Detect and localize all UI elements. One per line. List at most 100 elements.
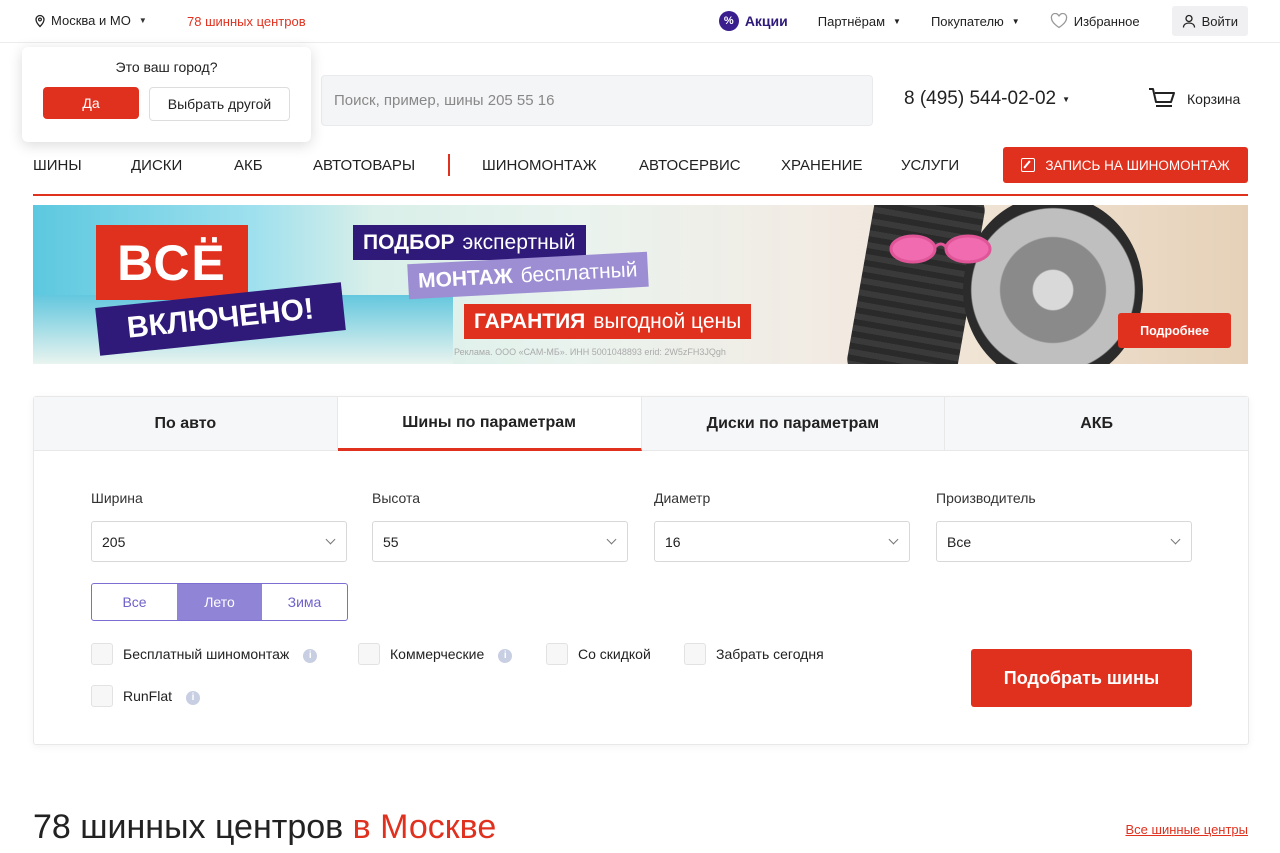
nav-item-services[interactable]: Услуги: [901, 157, 959, 174]
cart-link[interactable]: Корзина: [1147, 86, 1240, 112]
season-all[interactable]: Все: [92, 584, 177, 620]
checkbox-box[interactable]: [546, 643, 568, 665]
city-selector[interactable]: Москва и МО ▼: [33, 13, 147, 28]
main-nav: Шины Диски АКБ Автотовары Шиномонтаж Авт…: [33, 146, 1248, 196]
login-label: Войти: [1201, 13, 1238, 29]
info-icon[interactable]: i: [186, 690, 201, 705]
checkbox-box[interactable]: [684, 643, 706, 665]
banner-line-guarantee: ГАРАНТИЯ выгодной цены: [464, 304, 752, 339]
free-fitting-checkbox[interactable]: Бесплатный шиномонтаж i: [91, 643, 318, 665]
centers-heading-main: 78 шинных центров: [33, 808, 344, 846]
phone-selector[interactable]: 8 (495) 544-02-02 ▼: [904, 88, 1070, 110]
nav-divider: [448, 154, 450, 176]
discount-checkbox[interactable]: Со скидкой: [546, 643, 651, 665]
banner-more-button[interactable]: Подробнее: [1118, 313, 1231, 348]
nav-item-storage[interactable]: Хранение: [781, 157, 862, 174]
tab-tires-by-params[interactable]: Шины по параметрам: [337, 397, 642, 451]
edit-icon: [1021, 158, 1036, 172]
location-pin-icon: [35, 14, 45, 27]
height-label: Высота: [372, 490, 421, 506]
width-select[interactable]: 205: [91, 521, 347, 562]
user-icon: [1182, 14, 1195, 28]
pickup-today-checkbox[interactable]: Забрать сегодня: [684, 643, 824, 665]
chevron-down-icon: [888, 534, 899, 545]
nav-item-auto-goods[interactable]: Автотовары: [313, 157, 415, 174]
city-confirm-popup: Это ваш город? Да Выбрать другой: [22, 47, 311, 142]
caret-down-icon: ▼: [1062, 94, 1071, 104]
info-icon[interactable]: i: [498, 648, 513, 663]
cart-label: Корзина: [1187, 91, 1241, 107]
checkbox-box[interactable]: [91, 685, 113, 707]
nav-item-car-service[interactable]: Автосервис: [639, 157, 741, 174]
buyer-menu[interactable]: Покупателю ▼: [931, 14, 1020, 29]
runflat-checkbox[interactable]: RunFlat i: [91, 685, 201, 707]
banner-line-guarantee-bold: ГАРАНТИЯ: [474, 309, 586, 333]
search-input[interactable]: [322, 76, 872, 125]
season-toggle: Все Лето Зима: [91, 583, 348, 621]
tab-by-car[interactable]: По авто: [34, 397, 338, 451]
sunglasses-image: [889, 234, 992, 264]
choose-other-city-button[interactable]: Выбрать другой: [149, 87, 290, 121]
checkbox-box[interactable]: [358, 643, 380, 665]
nav-item-tire-fitting[interactable]: Шиномонтаж: [482, 157, 597, 174]
centers-count-link[interactable]: 78 шинных центров: [187, 14, 306, 29]
width-label: Ширина: [91, 490, 143, 506]
banner-line-guarantee-rest: выгодной цены: [593, 309, 742, 333]
phone-number: 8 (495) 544-02-02: [904, 88, 1057, 109]
heart-icon: [1050, 13, 1067, 29]
banner-line-selection-bold: ПОДБОР: [363, 230, 455, 254]
nav-item-batteries[interactable]: АКБ: [234, 157, 263, 174]
promo-link[interactable]: % Акции: [718, 11, 788, 31]
nav-item-tires[interactable]: Шины: [33, 157, 82, 174]
free-fitting-label: Бесплатный шиномонтаж: [123, 646, 290, 662]
banner-line-fitting-rest: бесплатный: [520, 257, 638, 287]
commercial-label: Коммерческие: [390, 646, 485, 662]
promo-banner[interactable]: ВСЁ ВКЛЮЧЕНО! ПОДБОР экспертный МОНТАЖ бес…: [33, 205, 1248, 364]
tab-wheels-by-params[interactable]: Диски по параметрам: [641, 397, 946, 451]
city-question: Это ваш город?: [115, 59, 218, 75]
checkbox-box[interactable]: [91, 643, 113, 665]
confirm-city-button[interactable]: Да: [43, 87, 139, 119]
favorites-label: Избранное: [1073, 13, 1140, 29]
caret-down-icon: ▼: [138, 16, 147, 25]
all-centers-link[interactable]: Все шинные центры: [1126, 822, 1248, 837]
percent-icon: %: [718, 11, 739, 31]
width-value: 205: [102, 533, 126, 550]
diameter-value: 16: [665, 533, 681, 550]
chevron-down-icon: [606, 534, 617, 545]
season-summer[interactable]: Лето: [177, 584, 262, 620]
search-box[interactable]: [321, 75, 873, 126]
caret-down-icon: ▼: [1011, 16, 1020, 26]
banner-line-fitting-bold: МОНТАЖ: [417, 264, 514, 293]
tire-picker: По авто Шины по параметрам Диски по пара…: [33, 396, 1249, 745]
tab-batteries[interactable]: АКБ: [945, 397, 1248, 451]
partners-label: Партнёрам: [817, 13, 886, 29]
favorites-link[interactable]: Избранное: [1050, 13, 1140, 29]
banner-ad-disclaimer: Реклама. ООО «САМ-МБ». ИНН 5001048893 er…: [454, 347, 726, 357]
find-tires-button[interactable]: Подобрать шины: [971, 649, 1192, 707]
cart-icon: [1149, 88, 1175, 107]
picker-tabs: По авто Шины по параметрам Диски по пара…: [34, 397, 1248, 451]
chevron-down-icon: [325, 534, 336, 545]
banner-line-selection-rest: экспертный: [462, 230, 576, 254]
book-fitting-label: Запись на шиномонтаж: [1045, 157, 1230, 173]
manufacturer-select[interactable]: Все: [936, 521, 1192, 562]
height-select[interactable]: 55: [372, 521, 628, 562]
book-fitting-button[interactable]: Запись на шиномонтаж: [1003, 147, 1248, 183]
nav-item-wheels[interactable]: Диски: [131, 157, 182, 174]
diameter-select[interactable]: 16: [654, 521, 910, 562]
runflat-label: RunFlat: [123, 688, 173, 704]
login-button[interactable]: Войти: [1171, 6, 1248, 36]
info-icon[interactable]: i: [303, 648, 318, 663]
commercial-checkbox[interactable]: Коммерческие i: [358, 643, 513, 665]
promo-label: Акции: [744, 13, 788, 29]
centers-heading-city: в Москве: [352, 808, 497, 846]
chevron-down-icon: [1170, 534, 1181, 545]
centers-heading: 78 шинных центров в Москве: [33, 808, 496, 847]
diameter-label: Диаметр: [654, 490, 711, 506]
season-winter[interactable]: Зима: [262, 584, 347, 620]
pickup-today-label: Забрать сегодня: [716, 646, 824, 662]
partners-menu[interactable]: Партнёрам ▼: [818, 14, 901, 29]
manufacturer-label: Производитель: [936, 490, 1036, 506]
top-bar: Москва и МО ▼ 78 шинных центров % Акции …: [0, 0, 1280, 43]
